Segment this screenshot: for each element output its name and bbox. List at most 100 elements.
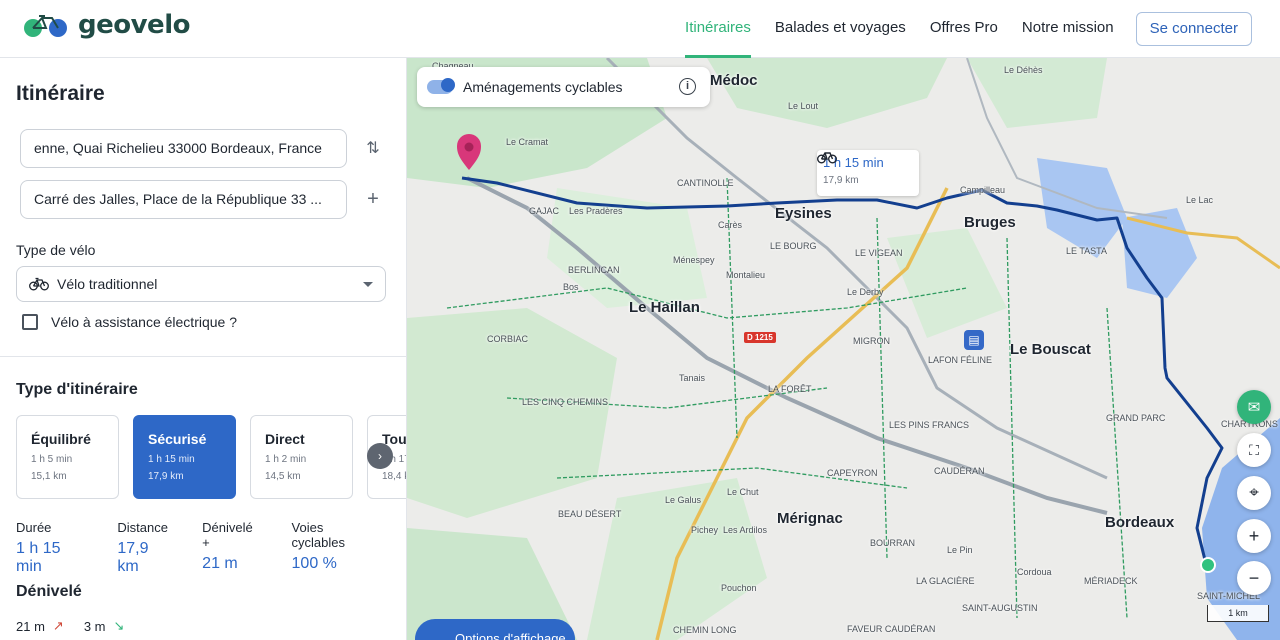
divider	[0, 356, 406, 357]
place-label: GAJAC	[529, 206, 560, 216]
bike-logo-icon	[24, 15, 67, 37]
geovelo-logo[interactable]: geovelo	[22, 10, 190, 40]
options-label: Options d'affichage	[455, 631, 566, 640]
bike-type-select[interactable]: Vélo traditionnel	[16, 266, 386, 302]
route-card-name: Direct	[265, 431, 305, 447]
place-label: Les Pradères	[569, 206, 623, 216]
place-label: Pouchon	[721, 583, 757, 593]
place-label: Carès	[718, 220, 743, 230]
stat-elevation-gain: Dénivelé + 21 m	[202, 520, 259, 576]
place-label: GRAND PARC	[1106, 413, 1166, 423]
bike-lanes-toggle-panel: Aménagements cyclables i	[417, 67, 710, 107]
place-label: BEAU DÉSERT	[558, 509, 622, 519]
logo-text: geovelo	[78, 10, 190, 40]
place-label: Le Déhès	[1004, 65, 1043, 75]
place-label: Le Lout	[788, 101, 819, 111]
display-options-button[interactable]: Options d'affichage	[415, 619, 575, 640]
ebike-checkbox[interactable]	[22, 314, 38, 330]
elevation-down-value: 3 m	[83, 618, 106, 634]
place-label: Le Chut	[727, 487, 759, 497]
place-label: Le Haillan	[629, 299, 700, 316]
ebike-label: Vélo à assistance électrique ?	[51, 314, 237, 330]
map-view[interactable]: Médoc Eysines Bruges Le Haillan Le Bousc…	[407, 58, 1280, 640]
origin-input[interactable]: enne, Quai Richelieu 33000 Bordeaux, Fra…	[20, 129, 347, 168]
info-icon[interactable]: i	[679, 78, 696, 95]
place-label: CHEMIN LONG	[673, 625, 737, 635]
place-label: CAUDÉRAN	[934, 466, 985, 476]
place-label: MIGRON	[853, 336, 890, 346]
locate-button[interactable]: ⌖	[1237, 476, 1271, 510]
route-sidebar: Itinéraire enne, Quai Richelieu 33000 Bo…	[0, 58, 407, 640]
bike-lanes-switch[interactable]	[427, 78, 455, 94]
place-label: Le Pin	[947, 545, 973, 555]
bike-type-label: Type de vélo	[16, 242, 96, 258]
place-label: SAINT-AUGUSTIN	[962, 603, 1038, 613]
minus-icon: −	[1248, 567, 1260, 588]
place-label: Bordeaux	[1105, 514, 1175, 531]
route-card-time: 1 h 2 min	[265, 454, 307, 465]
feedback-button[interactable]: ✉	[1237, 390, 1271, 424]
place-label: FAVEUR CAUDÉRAN	[847, 624, 936, 634]
place-label: LE TASTA	[1066, 246, 1108, 256]
place-label: CAPEYRON	[827, 468, 878, 478]
chevron-right-icon: ›	[378, 449, 382, 463]
place-label: LA GLACIÈRE	[916, 576, 975, 586]
nav-itineraires[interactable]: Itinéraires	[673, 0, 763, 58]
place-label: CANTINOLLE	[677, 178, 734, 188]
place-label: LAFON FÉLINE	[928, 355, 993, 365]
place-label: Ménespey	[673, 255, 715, 265]
place-label: Pichey	[691, 525, 719, 535]
route-card-name: Équilibré	[31, 431, 91, 447]
map-scale: 1 km	[1207, 605, 1269, 622]
stat-distance: Distance 17,9 km	[117, 520, 170, 576]
place-label: Montalieu	[726, 270, 766, 280]
route-card-securise[interactable]: Sécurisé 1 h 15 min 17,9 km	[133, 415, 236, 499]
elevation-summary: 21 m ↗ 3 m ↘	[16, 618, 124, 634]
bike-lanes-label: Aménagements cyclables	[463, 79, 623, 95]
place-label: BOURRAN	[870, 538, 916, 548]
route-card-direct[interactable]: Direct 1 h 2 min 14,5 km	[250, 415, 353, 499]
fullscreen-icon: ⛶	[1249, 441, 1259, 458]
stat-label: Voies cyclables	[291, 520, 345, 550]
place-label: Cordoua	[1017, 567, 1052, 577]
place-label: BERLINCAN	[568, 265, 620, 275]
fullscreen-button[interactable]: ⛶	[1237, 433, 1271, 467]
bike-type-value: Vélo traditionnel	[57, 276, 158, 292]
zoom-out-button[interactable]: −	[1237, 561, 1271, 595]
route-stats: Durée 1 h 15 min Distance 17,9 km Dénive…	[16, 520, 406, 576]
scroll-right-button[interactable]: ›	[367, 443, 393, 469]
place-label: LE VIGEAN	[855, 248, 903, 258]
route-distance-value: 17,9 km	[823, 175, 859, 186]
place-label: Mérignac	[777, 510, 843, 527]
zoom-in-button[interactable]: +	[1237, 519, 1271, 553]
nav-offres-pro[interactable]: Offres Pro	[918, 0, 1010, 58]
login-button[interactable]: Se connecter	[1135, 12, 1252, 46]
ebike-checkbox-row[interactable]: Vélo à assistance électrique ?	[22, 314, 237, 330]
route-card-distance: 14,5 km	[265, 471, 301, 482]
route-card-equilibre[interactable]: Équilibré 1 h 5 min 15,1 km	[16, 415, 119, 499]
stat-label: Durée	[16, 520, 52, 535]
place-label: Le Cramat	[506, 137, 549, 147]
place-label: LES PINS FRANCS	[889, 420, 970, 430]
road-number-badge: D 1215	[744, 332, 776, 343]
train-station-icon[interactable]: ▤	[964, 330, 984, 350]
nav-notre-mission[interactable]: Notre mission	[1010, 0, 1126, 58]
stat-label: Dénivelé +	[202, 520, 253, 550]
add-stop-icon[interactable]: +	[363, 189, 383, 209]
destination-input[interactable]: Carré des Jalles, Place de la République…	[20, 180, 347, 219]
stat-duration: Durée 1 h 15 min	[16, 520, 85, 576]
arrow-up-right-icon: ↗	[52, 618, 64, 633]
bicycle-icon	[817, 152, 837, 164]
chevron-down-icon	[363, 282, 373, 287]
stat-value: 1 h 15 min	[16, 540, 61, 575]
elevation-heading: Dénivelé	[16, 583, 82, 600]
plus-icon: +	[1248, 525, 1260, 546]
route-card-time: 1 h 5 min	[31, 454, 73, 465]
place-label: Le Lac	[1186, 195, 1214, 205]
place-label: Médoc	[710, 72, 758, 89]
main-nav: Itinéraires Balades et voyages Offres Pr…	[673, 0, 1280, 58]
nav-balades[interactable]: Balades et voyages	[763, 0, 918, 58]
stat-value: 17,9 km	[117, 540, 149, 575]
route-summary-tooltip: 1 h 15 min 17,9 km	[817, 150, 919, 196]
swap-icon[interactable]: ⇅	[363, 139, 383, 159]
